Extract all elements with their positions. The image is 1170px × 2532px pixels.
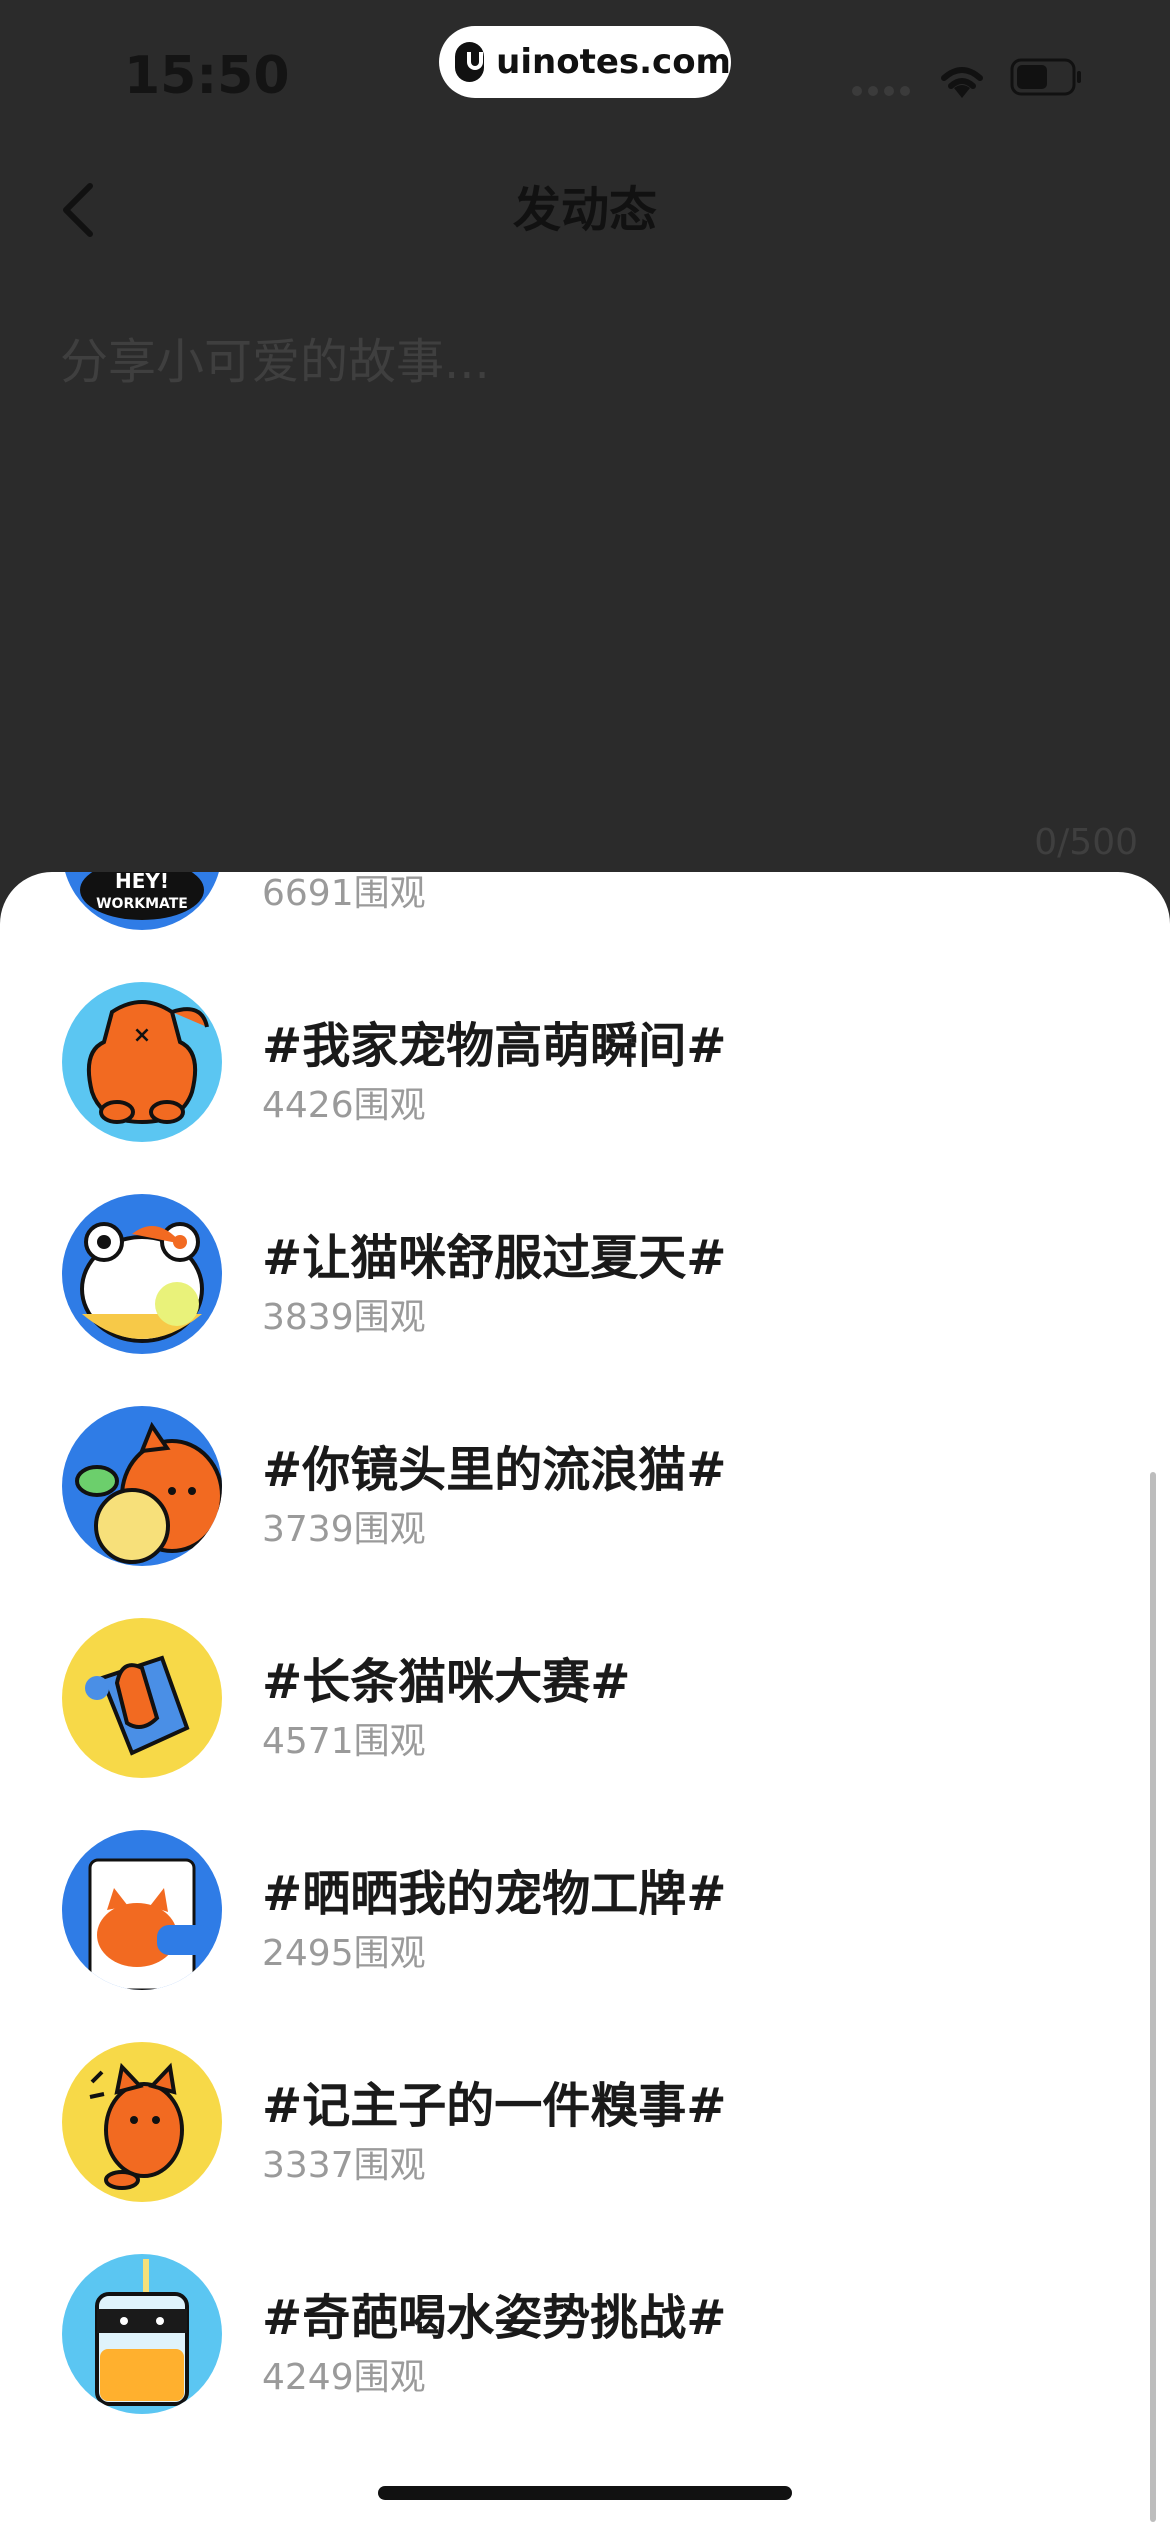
water-cup-icon	[62, 2254, 222, 2414]
topic-views: 4426围观	[262, 1085, 426, 1126]
cat-paws-icon	[62, 1194, 222, 1354]
topic-item[interactable]: #晒晒我的宠物工牌# 2495围观	[0, 1784, 1170, 1996]
svg-text:WORKMATE: WORKMATE	[96, 896, 188, 912]
topic-title: #晒晒我的宠物工牌#	[262, 1866, 727, 1922]
cat-silly-icon	[62, 2042, 222, 2202]
uinotes-logo-icon	[455, 42, 485, 82]
topic-views: 3337围观	[262, 2145, 426, 2186]
topic-item[interactable]: × #我家宠物高萌瞬间# 4426围观	[0, 936, 1170, 1148]
topic-views: 4249围观	[262, 2357, 426, 2398]
topic-item-partial[interactable]: HEY! WORKMATE 6691围观	[0, 872, 1170, 936]
topic-sheet: HEY! WORKMATE 6691围观 × #我家宠物高萌瞬间# 4426围观	[0, 872, 1170, 2532]
topic-title: #长条猫咪大赛#	[262, 1654, 631, 1710]
battery-icon	[1010, 58, 1081, 96]
topic-views: 4571围观	[262, 1721, 426, 1762]
topic-views: 3839围观	[262, 1297, 426, 1338]
cat-frog-icon	[62, 1406, 222, 1566]
status-time: 15:50	[124, 46, 290, 106]
topic-views: 3739围观	[262, 1509, 426, 1550]
scrollbar[interactable]	[1150, 1472, 1156, 2522]
char-count: 0/500	[1034, 822, 1138, 863]
svg-text:×: ×	[133, 1023, 151, 1048]
wifi-icon	[941, 67, 983, 98]
status-bar: 15:50 uinotes.com	[0, 0, 1170, 150]
url-pill[interactable]: uinotes.com	[439, 26, 731, 98]
cat-badge-icon	[62, 1830, 222, 1990]
topic-views: 6691围观	[262, 873, 426, 914]
page-title: 发动态	[512, 182, 657, 238]
topic-title: #你镜头里的流浪猫#	[262, 1442, 727, 1498]
topic-title: #让猫咪舒服过夏天#	[262, 1230, 727, 1286]
topic-title: #我家宠物高萌瞬间#	[262, 1018, 727, 1074]
post-content-input[interactable]	[58, 320, 1112, 844]
topic-list: HEY! WORKMATE 6691围观 × #我家宠物高萌瞬间# 4426围观	[0, 872, 1170, 2420]
svg-text:HEY!: HEY!	[115, 872, 169, 893]
signal-icon	[852, 86, 910, 96]
topic-item[interactable]: #你镜头里的流浪猫# 3739围观	[0, 1360, 1170, 1572]
topic-item[interactable]: #记主子的一件糗事# 3337围观	[0, 1996, 1170, 2208]
topic-item[interactable]: #奇葩喝水姿势挑战# 4249围观	[0, 2208, 1170, 2420]
cat-sofa-icon	[62, 1618, 222, 1778]
cat-back-icon: ×	[62, 982, 222, 1142]
topic-title: #记主子的一件糗事#	[262, 2078, 727, 2134]
url-text: uinotes.com	[496, 42, 731, 82]
topic-views: 2495围观	[262, 1933, 426, 1974]
topic-title: #奇葩喝水姿势挑战#	[262, 2290, 727, 2346]
topic-item[interactable]: #长条猫咪大赛# 4571围观	[0, 1572, 1170, 1784]
topic-item[interactable]: #让猫咪舒服过夏天# 3839围观	[0, 1148, 1170, 1360]
workmate-avatar-icon: HEY! WORKMATE	[62, 872, 222, 930]
home-indicator[interactable]	[378, 2486, 792, 2500]
